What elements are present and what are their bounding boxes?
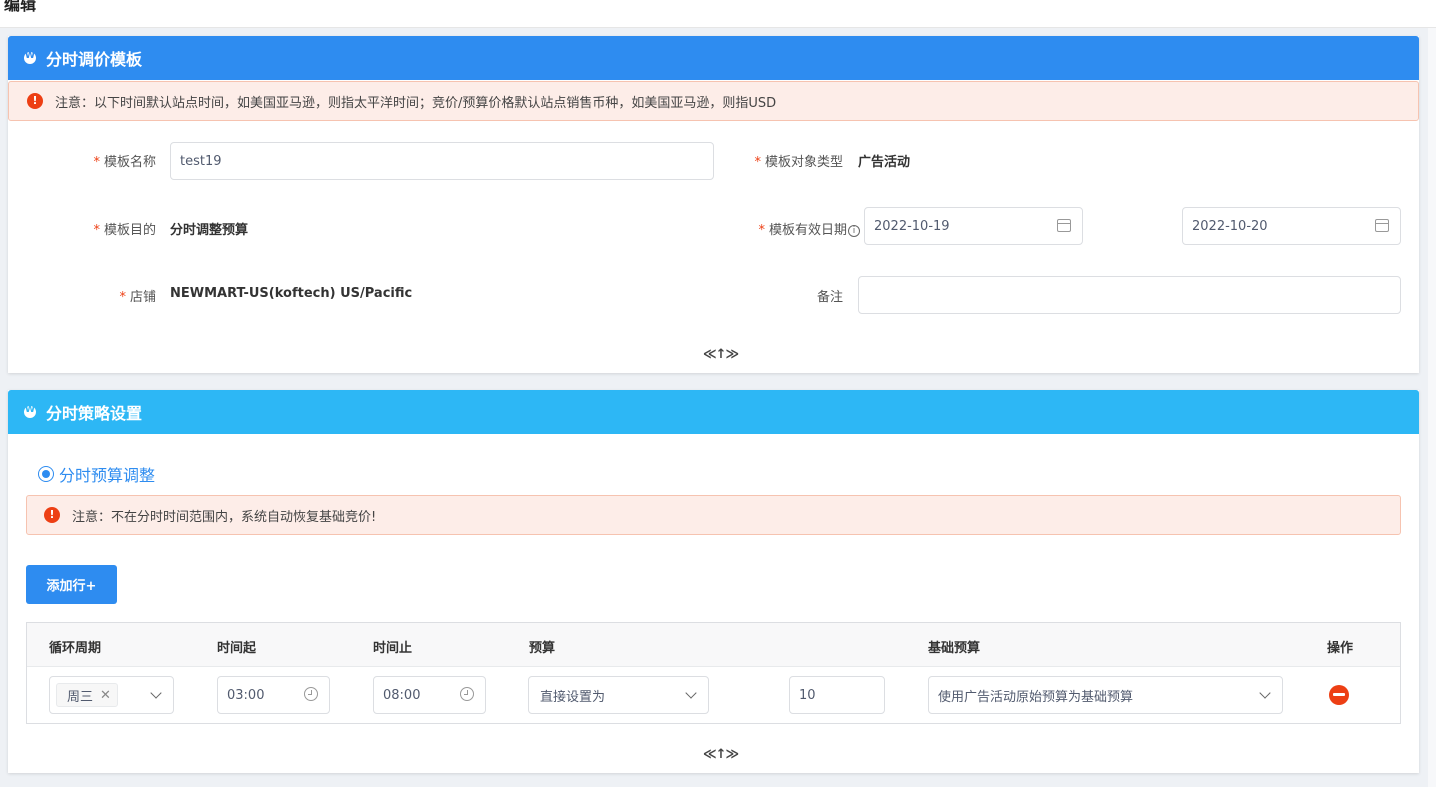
header-base-budget: 基础预算 [928, 641, 981, 656]
wordpress-icon [24, 51, 36, 64]
warning-icon: ! [27, 93, 43, 109]
name-input[interactable]: test19 [170, 142, 714, 180]
template-notice: ! 注意：以下时间默认站点时间，如美国亚马逊，则指太平洋时间；竞价/预算价格默认… [8, 81, 1419, 121]
shop-value: NEWMART-US(koftech) US/Pacific [170, 286, 413, 301]
object-type-label: * 模板对象类型 [754, 155, 843, 170]
strategy-panel-header: 分时策略设置 [8, 390, 1419, 434]
schedule-table: 循环周期 时间起 时间止 预算 基础预算 操作 周三✕ 03:00 08:00 [26, 622, 1401, 724]
remark-input[interactable] [858, 276, 1401, 314]
start-date-picker[interactable]: 2022-10-19 [864, 207, 1083, 245]
header-action: 操作 [1327, 641, 1354, 656]
remark-label: 备注 [816, 290, 843, 305]
collapse-toggle-icon[interactable]: ≪↑≫ [703, 747, 739, 762]
close-icon[interactable]: ✕ [100, 688, 111, 703]
budget-adjust-radio[interactable]: 分时预算调整 [38, 462, 155, 486]
template-panel: 分时调价模板 ! 注意：以下时间默认站点时间，如美国亚马逊，则指太平洋时间；竞价… [8, 36, 1419, 373]
add-row-button[interactable]: 添加行+ [26, 565, 117, 604]
cycle-select[interactable]: 周三 ✕ [49, 676, 174, 714]
header-start-time: 时间起 [217, 641, 257, 656]
calendar-icon [1375, 219, 1389, 232]
table-header: 循环周期 时间起 时间止 预算 基础预算 操作 [27, 623, 1400, 667]
radio-label: 分时预算调整 [59, 466, 156, 485]
chevron-down-icon [1259, 687, 1271, 699]
chevron-down-icon [150, 687, 162, 699]
budget-mode-select[interactable]: 直接设置为 [528, 676, 709, 714]
header-end-time: 时间止 [373, 641, 413, 656]
strategy-notice: ! 注意：不在分时时间范围内，系统自动恢复基础竞价! [26, 495, 1401, 535]
calendar-icon [1057, 219, 1071, 232]
strategy-panel-title: 分时策略设置 [46, 404, 143, 423]
strategy-notice-text: 注意：不在分时时间范围内，系统自动恢复基础竞价! [72, 509, 377, 525]
base-budget-select[interactable]: 使用广告活动原始预算为基础预算 [928, 676, 1283, 714]
name-label: * 模板名称 [93, 155, 156, 170]
shop-label: * 店铺 [119, 290, 156, 305]
warning-icon: ! [44, 507, 60, 523]
radio-selected-icon [38, 466, 54, 482]
collapse-toggle-icon[interactable]: ≪↑≫ [703, 347, 739, 362]
header-cycle: 循环周期 [49, 641, 102, 656]
header-budget: 预算 [529, 641, 556, 656]
strategy-panel: 分时策略设置 分时预算调整 ! 注意：不在分时时间范围内，系统自动恢复基础竞价!… [8, 390, 1419, 773]
cycle-tag: 周三 ✕ [56, 683, 118, 707]
template-panel-title: 分时调价模板 [46, 50, 143, 69]
purpose-value: 分时调整预算 [170, 223, 249, 238]
clock-icon [460, 687, 474, 701]
end-time-picker[interactable]: 08:00 [373, 676, 486, 714]
template-panel-header: 分时调价模板 [8, 36, 1419, 80]
wordpress-icon [24, 405, 36, 418]
purpose-label: * 模板目的 [93, 223, 156, 238]
scroll-edge [1428, 28, 1436, 787]
info-icon: i [848, 224, 860, 237]
top-bar: 编辑 [0, 0, 1436, 28]
object-type-value: 广告活动 [858, 155, 911, 170]
template-notice-text: 注意：以下时间默认站点时间，如美国亚马逊，则指太平洋时间；竞价/预算价格默认站点… [55, 95, 777, 111]
table-row: 周三 ✕ 03:00 08:00 直接设置为 10 使用广告活动原始预算为基础预算 [27, 667, 1400, 723]
delete-row-icon[interactable] [1329, 685, 1349, 705]
chevron-down-icon [685, 687, 697, 699]
end-date-picker[interactable]: 2022-10-20 [1182, 207, 1401, 245]
valid-date-label: * 模板有效日期 i [728, 219, 860, 238]
page-title: 编辑 [4, 0, 37, 14]
budget-value-input[interactable]: 10 [789, 676, 885, 714]
start-time-picker[interactable]: 03:00 [217, 676, 330, 714]
clock-icon [304, 687, 318, 701]
